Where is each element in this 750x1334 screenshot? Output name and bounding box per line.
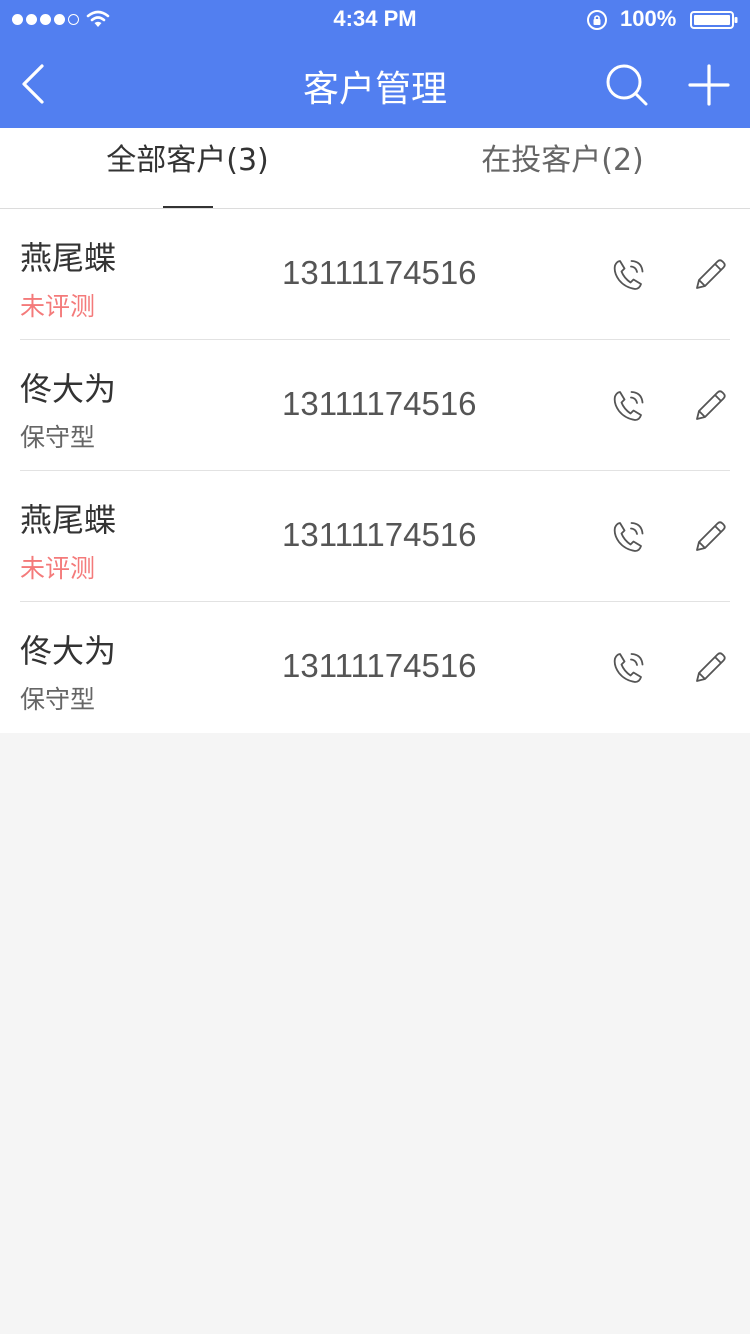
phone-call-icon[interactable]: [610, 518, 648, 556]
risk-status-label: 保守型: [20, 423, 96, 452]
search-icon[interactable]: [604, 62, 650, 108]
nav-bar: 客户管理: [0, 40, 750, 128]
risk-status-label: 保守型: [20, 685, 96, 714]
battery-percent: 100%: [620, 6, 677, 31]
customer-row[interactable]: 燕尾蝶 未评测 13111174516: [0, 471, 750, 602]
rotation-lock-icon: [587, 10, 607, 30]
customer-row[interactable]: 佟大为 保守型 13111174516: [0, 602, 750, 733]
customer-row[interactable]: 燕尾蝶 未评测 13111174516: [0, 209, 750, 340]
customer-phone: 13111174516: [282, 254, 477, 291]
customer-name: 燕尾蝶: [20, 501, 117, 539]
risk-status-label: 未评测: [20, 292, 96, 321]
phone-call-icon[interactable]: [610, 387, 648, 425]
status-bar: 4:34 PM 100%: [0, 0, 750, 40]
battery-icon: [690, 11, 738, 29]
phone-call-icon[interactable]: [610, 256, 648, 294]
customer-tabs: 全部客户(3) 在投客户(2): [0, 128, 750, 209]
edit-pencil-icon[interactable]: [692, 517, 730, 555]
risk-status-label: 未评测: [20, 554, 96, 583]
edit-pencil-icon[interactable]: [692, 386, 730, 424]
edit-pencil-icon[interactable]: [692, 648, 730, 686]
customer-name: 燕尾蝶: [20, 239, 117, 277]
phone-call-icon[interactable]: [610, 649, 648, 687]
tab-investing-customers[interactable]: 在投客户(2): [375, 128, 750, 208]
plus-icon[interactable]: [688, 64, 730, 106]
customer-phone: 13111174516: [282, 385, 477, 422]
customer-name: 佟大为: [20, 370, 117, 408]
active-tab-indicator: [163, 206, 213, 208]
customer-phone: 13111174516: [282, 647, 477, 684]
customer-name: 佟大为: [20, 632, 117, 670]
edit-pencil-icon[interactable]: [692, 255, 730, 293]
customer-row[interactable]: 佟大为 保守型 13111174516: [0, 340, 750, 471]
customer-list: 燕尾蝶 未评测 13111174516 佟大为 保守型 13111174516: [0, 209, 750, 733]
header: 4:34 PM 100% 客户管理: [0, 0, 750, 128]
tab-all-customers[interactable]: 全部客户(3): [0, 128, 375, 208]
customer-phone: 13111174516: [282, 516, 477, 553]
